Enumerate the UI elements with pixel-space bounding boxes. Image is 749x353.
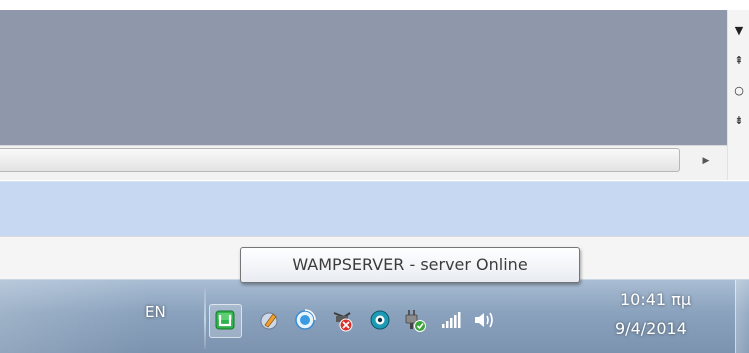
scroll-previous-icon[interactable]: ⇞ xyxy=(728,54,749,68)
camera-icon[interactable] xyxy=(366,305,394,335)
clock-time[interactable]: 10:41 πμ xyxy=(620,290,691,309)
window-content-area xyxy=(0,10,727,145)
signal-bars-icon[interactable] xyxy=(437,305,465,335)
scroll-right-arrow-icon[interactable]: ▶ xyxy=(696,151,716,171)
status-bar xyxy=(0,181,749,237)
vertical-scrollbar[interactable]: ▼ ⇞ ○ ⇟ xyxy=(727,10,749,180)
scroll-menu-arrow-icon[interactable]: ▼ xyxy=(728,24,749,38)
media-icon[interactable] xyxy=(256,305,284,335)
scroll-select-object-icon[interactable]: ○ xyxy=(728,84,749,98)
tray-separator xyxy=(204,289,206,349)
wampserver-tooltip: WAMPSERVER - server Online xyxy=(240,247,580,283)
language-indicator[interactable]: EN xyxy=(145,303,166,321)
show-desktop-button[interactable] xyxy=(735,280,749,353)
scroll-next-icon[interactable]: ⇟ xyxy=(728,114,749,128)
horizontal-scroll-thumb[interactable] xyxy=(0,148,680,172)
network-disconnected-icon[interactable] xyxy=(330,305,358,335)
wampserver-icon[interactable] xyxy=(211,305,239,335)
taskbar-shade xyxy=(0,280,150,353)
power-plug-icon[interactable] xyxy=(401,305,429,335)
speaker-icon[interactable] xyxy=(470,305,498,335)
update-icon[interactable] xyxy=(291,305,319,335)
clock-date[interactable]: 9/4/2014 xyxy=(615,319,687,338)
